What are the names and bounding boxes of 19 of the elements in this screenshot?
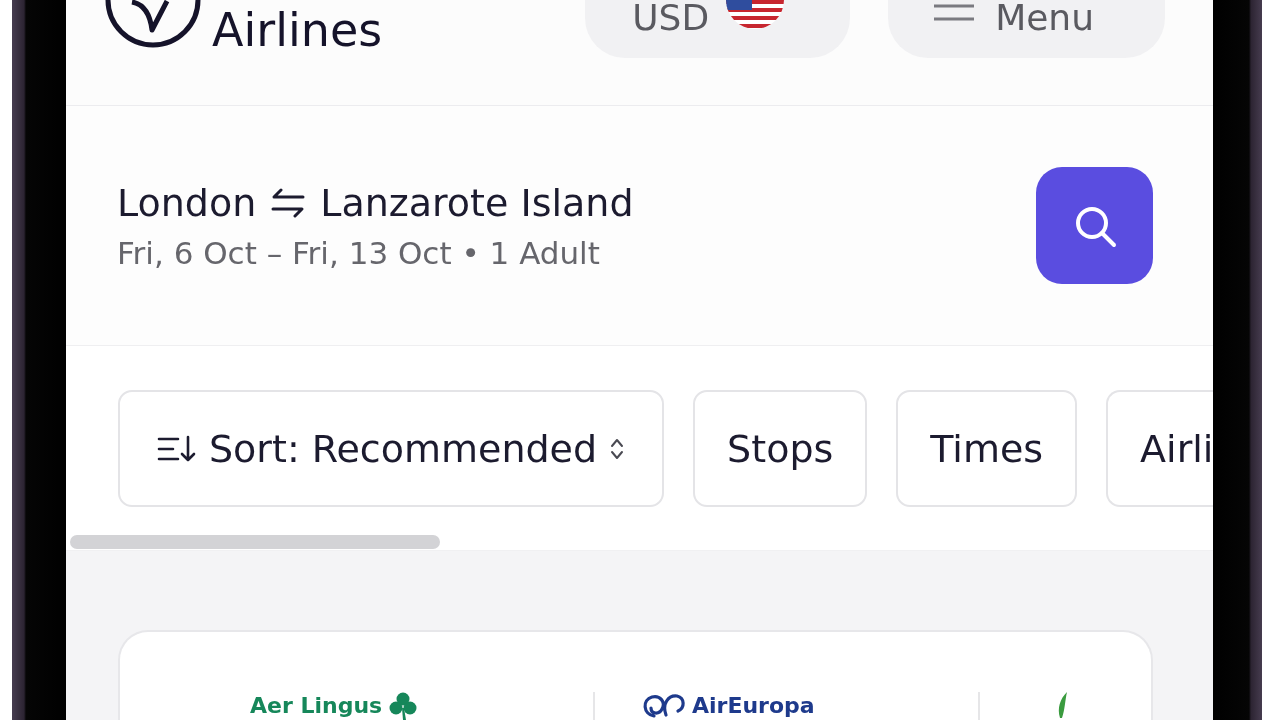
currency-button[interactable]: USD — [585, 0, 851, 58]
filter-chip[interactable]: Times — [896, 390, 1078, 507]
destination-city: Lanzarote Island — [320, 179, 634, 226]
menu-icon — [933, 3, 976, 23]
filter-chip[interactable]: Stops — [693, 390, 868, 507]
filter-chip[interactable]: Airli — [1106, 390, 1213, 507]
clover-icon — [388, 692, 419, 720]
sort-button[interactable]: Sort: Recommended — [118, 390, 665, 507]
menu-button[interactable]: Menu — [888, 0, 1165, 58]
swap-arrows-icon — [270, 187, 307, 218]
logo-icon — [105, 0, 201, 50]
trip-details: Fri, 6 Oct – Fri, 13 Oct • 1 Adult — [117, 233, 601, 272]
origin-city: London — [117, 179, 257, 226]
airline-name: Aer Lingus — [250, 692, 383, 720]
sort-icon — [157, 433, 197, 464]
scrollbar-thumb[interactable] — [70, 535, 440, 549]
search-button[interactable] — [1036, 167, 1153, 284]
airline-name: AirEuropa — [692, 692, 815, 720]
brand-name: Airlines — [212, 7, 383, 53]
